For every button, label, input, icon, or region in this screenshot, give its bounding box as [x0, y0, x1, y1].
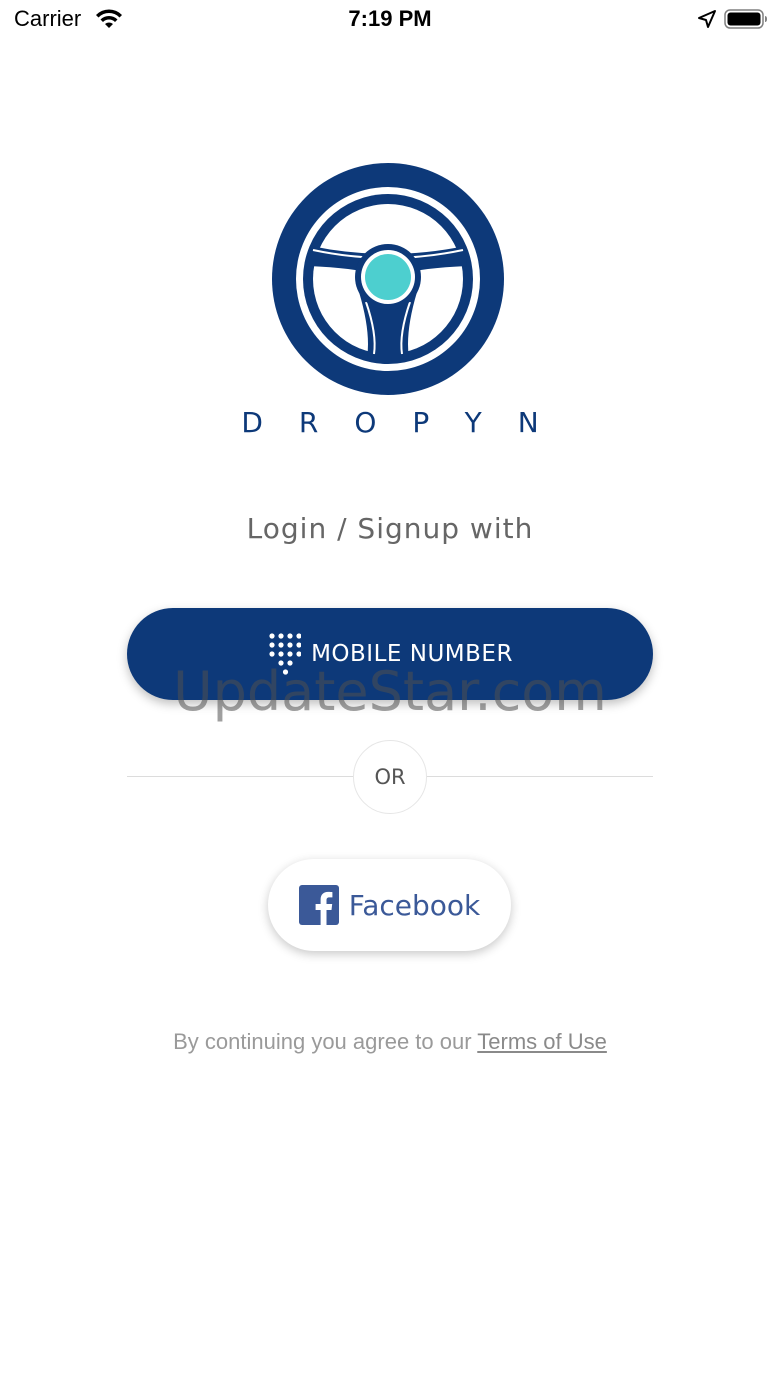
- dialpad-icon: [269, 633, 302, 675]
- brand-name: DROPYN: [241, 406, 575, 439]
- or-divider-label: OR: [353, 740, 427, 814]
- divider-left: [127, 776, 354, 777]
- facebook-login-button[interactable]: Facebook: [268, 859, 511, 951]
- steering-wheel-icon: [272, 163, 504, 395]
- mobile-number-button[interactable]: MOBILE NUMBER: [127, 608, 653, 700]
- terms-prefix: By continuing you agree to our: [173, 1029, 472, 1054]
- location-arrow-icon: [698, 10, 716, 28]
- terms-of-use-link[interactable]: Terms of Use: [477, 1029, 607, 1054]
- battery-icon: [724, 9, 767, 29]
- status-bar: Carrier 7:19 PM: [0, 0, 780, 40]
- facebook-logo-icon: [298, 885, 339, 925]
- mobile-number-label: MOBILE NUMBER: [311, 641, 513, 667]
- terms-notice: By continuing you agree to our Terms of …: [0, 1029, 780, 1055]
- login-prompt: Login / Signup with: [246, 512, 534, 545]
- facebook-label: Facebook: [348, 888, 481, 922]
- login-screen: Carrier 7:19 PM DROPYN Login / Signup wi…: [0, 0, 780, 1387]
- clock: 7:19 PM: [348, 6, 432, 31]
- divider-right: [427, 776, 653, 777]
